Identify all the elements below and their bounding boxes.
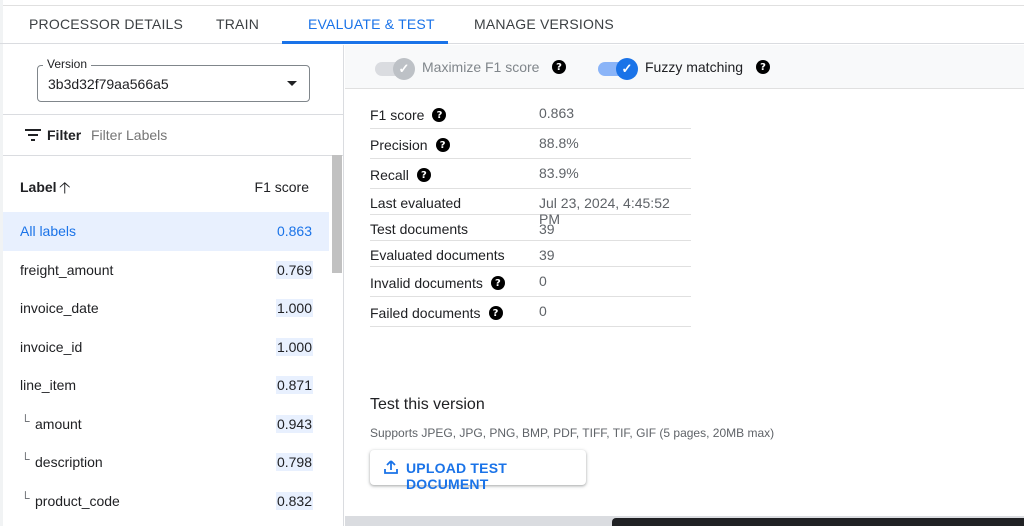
metric-row: Test documents 39 bbox=[370, 215, 691, 241]
metric-key: Test documents bbox=[370, 221, 469, 237]
metric-row: Evaluated documents 39 bbox=[370, 241, 691, 267]
label-column-header[interactable]: Label bbox=[20, 179, 57, 195]
label-f1-score: 0.863 bbox=[275, 222, 313, 240]
help-icon[interactable]: ? bbox=[416, 168, 431, 182]
filter-icon[interactable] bbox=[25, 129, 41, 141]
label-row[interactable]: freight_amount 0.769 bbox=[3, 251, 329, 290]
scrollbar-thumb[interactable] bbox=[332, 155, 342, 273]
evaluation-metrics: F1 score? 0.863 Precision? 88.8% Recall?… bbox=[370, 99, 691, 327]
maximize-f1-toggle[interactable]: ✓ bbox=[375, 57, 415, 80]
test-version-title: Test this version bbox=[370, 396, 485, 413]
child-label-row[interactable]: └ description 0.798 bbox=[3, 443, 329, 482]
tab-evaluate-test[interactable]: EVALUATE & TEST bbox=[308, 6, 435, 44]
help-icon[interactable]: ? bbox=[552, 60, 566, 74]
label-f1-score: 0.798 bbox=[275, 453, 313, 471]
metric-key: Precision? bbox=[370, 137, 450, 153]
metric-row: Last evaluated Jul 23, 2024, 4:45:52 PM bbox=[370, 189, 691, 227]
metric-value: 0 bbox=[539, 303, 547, 319]
metric-key: F1 score? bbox=[370, 107, 447, 123]
metric-row: F1 score? 0.863 bbox=[370, 99, 691, 129]
evaluation-options: ✓ Maximize F1 score ? ✓ Fuzzy matching ? bbox=[345, 45, 1024, 89]
label-f1-score: 0.769 bbox=[275, 260, 313, 279]
child-indent-icon: └ bbox=[21, 413, 30, 428]
tab-train[interactable]: TRAIN bbox=[216, 6, 259, 44]
filter-label[interactable]: Filter bbox=[47, 127, 81, 143]
evaluation-panel: ✓ Maximize F1 score ? ✓ Fuzzy matching ?… bbox=[345, 45, 1024, 526]
check-icon: ✓ bbox=[616, 58, 638, 80]
filter-bar: Filter bbox=[3, 114, 344, 156]
help-icon[interactable]: ? bbox=[490, 276, 505, 290]
label-name: All labels bbox=[20, 223, 77, 239]
taskbar-edge bbox=[612, 518, 1024, 526]
metric-value: 0.863 bbox=[539, 105, 575, 121]
metric-key: Evaluated documents bbox=[370, 247, 505, 263]
label-name: amount bbox=[35, 415, 82, 432]
child-label-row[interactable]: └ amount 0.943 bbox=[3, 405, 329, 444]
label-name: invoice_id bbox=[20, 338, 83, 355]
metric-value: 39 bbox=[539, 221, 555, 237]
version-value: 3b3d32f79aa566a5 bbox=[48, 76, 169, 92]
metric-key: Recall? bbox=[370, 167, 431, 183]
label-row-all-labels[interactable]: All labels 0.863 bbox=[3, 212, 329, 251]
metric-row: Precision? 88.8% bbox=[370, 129, 691, 159]
label-row[interactable]: line_item 0.871 bbox=[3, 366, 329, 405]
label-f1-score: 1.000 bbox=[275, 299, 313, 317]
fuzzy-matching-label: Fuzzy matching bbox=[645, 59, 744, 75]
label-name: invoice_date bbox=[20, 300, 99, 316]
tab-bar: PROCESSOR DETAILS TRAIN EVALUATE & TEST … bbox=[0, 6, 1024, 44]
label-f1-score: 1.000 bbox=[275, 337, 313, 356]
supported-formats-text: Supports JPEG, JPG, PNG, BMP, PDF, TIFF,… bbox=[370, 426, 775, 440]
check-icon: ✓ bbox=[393, 58, 415, 80]
tab-manage-versions[interactable]: MANAGE VERSIONS bbox=[474, 6, 614, 44]
metric-row: Recall? 83.9% bbox=[370, 159, 691, 189]
arrow-up-icon[interactable]: 🡡 bbox=[59, 177, 71, 204]
labels-panel: 3b3d32f79aa566a5 Version Filter Label 🡡 … bbox=[3, 45, 344, 526]
child-indent-icon: └ bbox=[21, 452, 30, 466]
metric-value: 39 bbox=[539, 247, 555, 263]
label-f1-score: 0.943 bbox=[275, 414, 313, 433]
f1-score-column-header[interactable]: F1 score bbox=[255, 179, 309, 195]
label-name: product_code bbox=[35, 492, 120, 509]
metric-key: Failed documents? bbox=[370, 305, 503, 321]
label-f1-score: 0.871 bbox=[275, 376, 313, 394]
help-icon[interactable]: ? bbox=[432, 108, 447, 122]
metric-key: Invalid documents? bbox=[370, 275, 505, 291]
upload-icon bbox=[384, 460, 398, 474]
label-name: description bbox=[35, 454, 103, 470]
label-name: freight_amount bbox=[20, 261, 114, 278]
help-icon[interactable]: ? bbox=[756, 60, 770, 74]
maximize-f1-label: Maximize F1 score bbox=[422, 59, 540, 75]
upload-button-label: UPLOAD TEST DOCUMENT bbox=[406, 460, 507, 492]
label-row[interactable]: invoice_id 1.000 bbox=[3, 328, 329, 367]
metric-value: 0 bbox=[539, 273, 547, 289]
metric-row: Invalid documents? 0 bbox=[370, 267, 691, 297]
metric-row: Failed documents? 0 bbox=[370, 297, 691, 327]
label-f1-score: 0.832 bbox=[275, 491, 313, 510]
upload-test-document-button[interactable]: UPLOAD TEST DOCUMENT bbox=[370, 450, 586, 492]
child-indent-icon: └ bbox=[21, 490, 30, 505]
filter-input[interactable] bbox=[91, 127, 291, 143]
metric-key: Last evaluated bbox=[370, 195, 462, 211]
child-label-row[interactable]: └ product_code 0.832 bbox=[3, 482, 329, 521]
label-row[interactable]: invoice_date 1.000 bbox=[3, 289, 329, 328]
version-label: Version bbox=[43, 57, 92, 71]
active-tab-indicator bbox=[282, 41, 448, 44]
metric-value: 83.9% bbox=[539, 165, 579, 181]
help-icon[interactable]: ? bbox=[488, 306, 503, 320]
fuzzy-matching-toggle[interactable]: ✓ bbox=[598, 57, 638, 80]
labels-list: All labels 0.863 freight_amount 0.769 in… bbox=[3, 212, 329, 520]
label-name: line_item bbox=[20, 377, 77, 393]
dropdown-caret-icon bbox=[287, 81, 297, 86]
labels-table-header: Label 🡡 F1 score bbox=[3, 157, 329, 212]
metric-value: 88.8% bbox=[539, 135, 579, 151]
help-icon[interactable]: ? bbox=[435, 138, 450, 152]
tab-processor-details[interactable]: PROCESSOR DETAILS bbox=[29, 6, 183, 44]
